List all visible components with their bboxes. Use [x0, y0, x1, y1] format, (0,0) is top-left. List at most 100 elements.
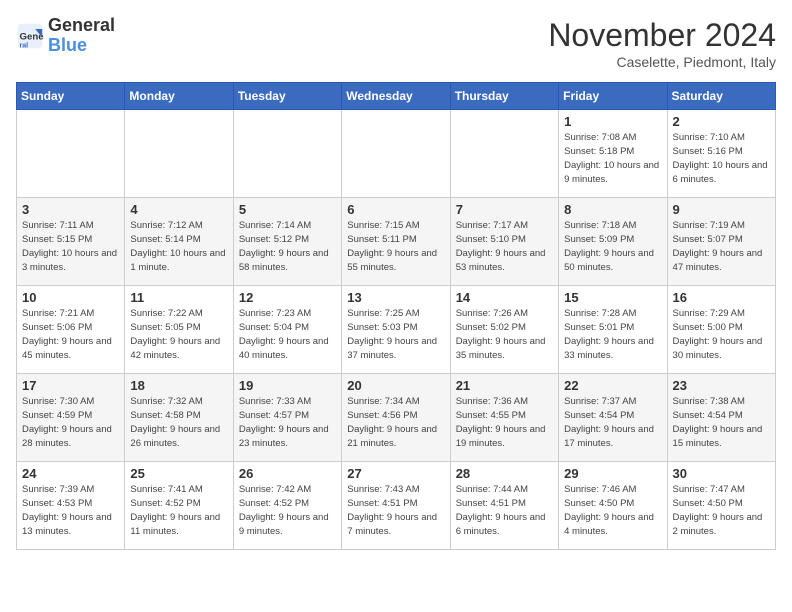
day-info: Sunrise: 7:23 AM Sunset: 5:04 PM Dayligh…: [239, 307, 336, 362]
day-info: Sunrise: 7:47 AM Sunset: 4:50 PM Dayligh…: [673, 483, 770, 538]
day-number: 1: [564, 114, 661, 129]
day-number: 18: [130, 378, 227, 393]
day-info: Sunrise: 7:26 AM Sunset: 5:02 PM Dayligh…: [456, 307, 553, 362]
week-row-2: 3 Sunrise: 7:11 AM Sunset: 5:15 PM Daylig…: [17, 198, 776, 286]
day-cell: 18 Sunrise: 7:32 AM Sunset: 4:58 PM Dayli…: [125, 374, 233, 462]
logo-blue-text: Blue: [48, 35, 87, 55]
day-number: 11: [130, 290, 227, 305]
col-header-thursday: Thursday: [450, 83, 558, 110]
day-number: 14: [456, 290, 553, 305]
day-info: Sunrise: 7:18 AM Sunset: 5:09 PM Dayligh…: [564, 219, 661, 274]
col-header-wednesday: Wednesday: [342, 83, 450, 110]
col-header-saturday: Saturday: [667, 83, 775, 110]
col-header-tuesday: Tuesday: [233, 83, 341, 110]
col-header-friday: Friday: [559, 83, 667, 110]
day-number: 30: [673, 466, 770, 481]
day-info: Sunrise: 7:33 AM Sunset: 4:57 PM Dayligh…: [239, 395, 336, 450]
day-info: Sunrise: 7:39 AM Sunset: 4:53 PM Dayligh…: [22, 483, 119, 538]
day-info: Sunrise: 7:44 AM Sunset: 4:51 PM Dayligh…: [456, 483, 553, 538]
day-info: Sunrise: 7:34 AM Sunset: 4:56 PM Dayligh…: [347, 395, 444, 450]
day-info: Sunrise: 7:10 AM Sunset: 5:16 PM Dayligh…: [673, 131, 770, 186]
day-cell: [450, 110, 558, 198]
week-row-1: 1 Sunrise: 7:08 AM Sunset: 5:18 PM Daylig…: [17, 110, 776, 198]
day-info: Sunrise: 7:43 AM Sunset: 4:51 PM Dayligh…: [347, 483, 444, 538]
day-cell: 19 Sunrise: 7:33 AM Sunset: 4:57 PM Dayli…: [233, 374, 341, 462]
day-number: 10: [22, 290, 119, 305]
day-cell: [342, 110, 450, 198]
day-cell: 14 Sunrise: 7:26 AM Sunset: 5:02 PM Dayli…: [450, 286, 558, 374]
day-number: 8: [564, 202, 661, 217]
day-number: 27: [347, 466, 444, 481]
day-cell: 11 Sunrise: 7:22 AM Sunset: 5:05 PM Dayli…: [125, 286, 233, 374]
day-number: 15: [564, 290, 661, 305]
month-title: November 2024: [548, 16, 776, 54]
day-cell: 20 Sunrise: 7:34 AM Sunset: 4:56 PM Dayli…: [342, 374, 450, 462]
day-cell: 29 Sunrise: 7:46 AM Sunset: 4:50 PM Dayli…: [559, 462, 667, 550]
day-cell: 15Sunrise: 7:28 AM Sunset: 5:01 PM Dayli…: [559, 286, 667, 374]
header: Gene ral General Blue November 2024 Case…: [16, 16, 776, 70]
day-cell: 3 Sunrise: 7:11 AM Sunset: 5:15 PM Daylig…: [17, 198, 125, 286]
day-info: Sunrise: 7:41 AM Sunset: 4:52 PM Dayligh…: [130, 483, 227, 538]
day-cell: 16Sunrise: 7:29 AM Sunset: 5:00 PM Dayli…: [667, 286, 775, 374]
day-number: 24: [22, 466, 119, 481]
day-info: Sunrise: 7:15 AM Sunset: 5:11 PM Dayligh…: [347, 219, 444, 274]
svg-text:ral: ral: [20, 42, 29, 49]
day-cell: 13Sunrise: 7:25 AM Sunset: 5:03 PM Dayli…: [342, 286, 450, 374]
day-cell: 30 Sunrise: 7:47 AM Sunset: 4:50 PM Dayli…: [667, 462, 775, 550]
day-cell: 6 Sunrise: 7:15 AM Sunset: 5:11 PM Daylig…: [342, 198, 450, 286]
day-number: 28: [456, 466, 553, 481]
day-info: Sunrise: 7:25 AM Sunset: 5:03 PM Dayligh…: [347, 307, 444, 362]
day-info: Sunrise: 7:46 AM Sunset: 4:50 PM Dayligh…: [564, 483, 661, 538]
day-cell: 23 Sunrise: 7:38 AM Sunset: 4:54 PM Dayli…: [667, 374, 775, 462]
day-info: Sunrise: 7:32 AM Sunset: 4:58 PM Dayligh…: [130, 395, 227, 450]
day-number: 2: [673, 114, 770, 129]
day-cell: 8 Sunrise: 7:18 AM Sunset: 5:09 PM Daylig…: [559, 198, 667, 286]
day-number: 3: [22, 202, 119, 217]
day-cell: [233, 110, 341, 198]
day-cell: 22 Sunrise: 7:37 AM Sunset: 4:54 PM Dayli…: [559, 374, 667, 462]
day-number: 5: [239, 202, 336, 217]
day-info: Sunrise: 7:11 AM Sunset: 5:15 PM Dayligh…: [22, 219, 119, 274]
day-number: 6: [347, 202, 444, 217]
day-info: Sunrise: 7:37 AM Sunset: 4:54 PM Dayligh…: [564, 395, 661, 450]
day-info: Sunrise: 7:38 AM Sunset: 4:54 PM Dayligh…: [673, 395, 770, 450]
day-cell: 1 Sunrise: 7:08 AM Sunset: 5:18 PM Daylig…: [559, 110, 667, 198]
col-header-sunday: Sunday: [17, 83, 125, 110]
day-number: 20: [347, 378, 444, 393]
day-cell: 21 Sunrise: 7:36 AM Sunset: 4:55 PM Dayli…: [450, 374, 558, 462]
week-row-5: 24 Sunrise: 7:39 AM Sunset: 4:53 PM Dayli…: [17, 462, 776, 550]
day-number: 25: [130, 466, 227, 481]
day-number: 19: [239, 378, 336, 393]
week-row-4: 17Sunrise: 7:30 AM Sunset: 4:59 PM Dayli…: [17, 374, 776, 462]
day-cell: 7Sunrise: 7:17 AM Sunset: 5:10 PM Daylig…: [450, 198, 558, 286]
day-info: Sunrise: 7:21 AM Sunset: 5:06 PM Dayligh…: [22, 307, 119, 362]
day-number: 21: [456, 378, 553, 393]
day-number: 12: [239, 290, 336, 305]
logo-icon: Gene ral: [16, 22, 44, 50]
day-cell: 27 Sunrise: 7:43 AM Sunset: 4:51 PM Dayli…: [342, 462, 450, 550]
day-cell: 26 Sunrise: 7:42 AM Sunset: 4:52 PM Dayli…: [233, 462, 341, 550]
day-number: 29: [564, 466, 661, 481]
day-number: 22: [564, 378, 661, 393]
day-cell: 28 Sunrise: 7:44 AM Sunset: 4:51 PM Dayli…: [450, 462, 558, 550]
day-info: Sunrise: 7:36 AM Sunset: 4:55 PM Dayligh…: [456, 395, 553, 450]
day-number: 7: [456, 202, 553, 217]
header-row: SundayMondayTuesdayWednesdayThursdayFrid…: [17, 83, 776, 110]
day-cell: 24 Sunrise: 7:39 AM Sunset: 4:53 PM Dayli…: [17, 462, 125, 550]
col-header-monday: Monday: [125, 83, 233, 110]
day-info: Sunrise: 7:42 AM Sunset: 4:52 PM Dayligh…: [239, 483, 336, 538]
day-number: 26: [239, 466, 336, 481]
day-info: Sunrise: 7:08 AM Sunset: 5:18 PM Dayligh…: [564, 131, 661, 186]
logo: Gene ral General Blue: [16, 16, 115, 56]
day-info: Sunrise: 7:14 AM Sunset: 5:12 PM Dayligh…: [239, 219, 336, 274]
title-area: November 2024 Caselette, Piedmont, Italy: [548, 16, 776, 70]
week-row-3: 10 Sunrise: 7:21 AM Sunset: 5:06 PM Dayli…: [17, 286, 776, 374]
day-number: 23: [673, 378, 770, 393]
day-cell: 5 Sunrise: 7:14 AM Sunset: 5:12 PM Daylig…: [233, 198, 341, 286]
day-number: 9: [673, 202, 770, 217]
day-cell: 17Sunrise: 7:30 AM Sunset: 4:59 PM Dayli…: [17, 374, 125, 462]
logo-text: General Blue: [48, 16, 115, 56]
day-info: Sunrise: 7:22 AM Sunset: 5:05 PM Dayligh…: [130, 307, 227, 362]
day-cell: 10 Sunrise: 7:21 AM Sunset: 5:06 PM Dayli…: [17, 286, 125, 374]
day-cell: 2 Sunrise: 7:10 AM Sunset: 5:16 PM Daylig…: [667, 110, 775, 198]
